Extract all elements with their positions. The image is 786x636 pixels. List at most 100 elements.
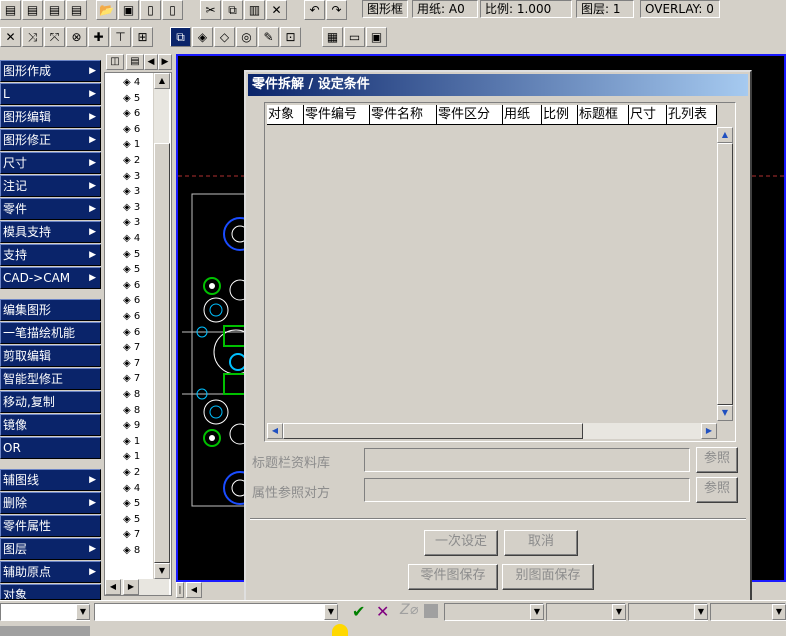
tree-item[interactable]: ◈ 5 xyxy=(123,514,140,526)
command-input[interactable] xyxy=(94,603,338,621)
menu-item[interactable]: 零件属性 xyxy=(0,515,101,537)
column-header[interactable]: 零件名称 xyxy=(370,105,437,125)
menu-item[interactable]: 图形修正 ▶ xyxy=(0,129,101,151)
tree-item[interactable]: ◈ 5 xyxy=(123,498,140,510)
conditions-grid[interactable]: 对象 零件编号 零件名称 零件区分 用纸 比例 标题框 尺寸 孔列表 ▲ ▼ ◀… xyxy=(264,102,736,442)
tree-item[interactable]: ◈ 4 xyxy=(123,483,140,495)
menu-item[interactable]: 移动,复制 xyxy=(0,391,101,413)
scroll-stop-icon[interactable]: | xyxy=(176,582,184,598)
select-icon[interactable]: ◇ xyxy=(214,27,235,47)
menu-item[interactable]: 智能型修正 xyxy=(0,368,101,390)
chevron-down-icon[interactable]: ▼ xyxy=(76,604,90,620)
copy-icon[interactable]: ⧉ xyxy=(222,0,243,20)
cut-icon[interactable]: ✂ xyxy=(200,0,221,20)
menu-item[interactable]: 图形作成 ▶ xyxy=(0,60,101,82)
column-header[interactable]: 孔列表 xyxy=(667,105,717,125)
ref-button-title-db[interactable]: 参照 xyxy=(696,447,738,473)
select-icon[interactable]: ◈ xyxy=(192,27,213,47)
column-header[interactable]: 尺寸 xyxy=(629,105,667,125)
accept-check-icon[interactable]: ✔ xyxy=(352,602,365,621)
scroll-thumb[interactable] xyxy=(717,143,733,405)
tree-item[interactable]: ◈ 4 xyxy=(123,233,140,245)
scroll-down-icon[interactable]: ▼ xyxy=(717,405,733,421)
menu-item[interactable]: 辅助原点 ▶ xyxy=(0,561,101,583)
column-header[interactable]: 标题框 xyxy=(578,105,629,125)
scroll-left-icon[interactable]: ◀ xyxy=(186,582,202,598)
menu-item[interactable]: 一笔描绘机能 xyxy=(0,322,101,344)
tree-item[interactable]: ◈ 1 xyxy=(123,139,140,151)
tree-item[interactable]: ◈ 4 xyxy=(123,77,140,89)
window-icon[interactable]: ▣ xyxy=(366,27,387,47)
tree-item[interactable]: ◈ 6 xyxy=(123,295,140,307)
menu-item[interactable]: 镜像 xyxy=(0,414,101,436)
ref-button-attr[interactable]: 参照 xyxy=(696,477,738,503)
grid-hscrollbar[interactable]: ◀ ▶ xyxy=(267,423,717,439)
canvas-hscroll[interactable]: | ◀ xyxy=(176,582,226,598)
menu-item[interactable]: 辅图线 ▶ xyxy=(0,469,101,491)
x-arrow-icon[interactable]: ⤨ xyxy=(22,27,43,47)
zoom-icon[interactable]: ◎ xyxy=(236,27,257,47)
x-arrow-icon[interactable]: ⤧ xyxy=(44,27,65,47)
column-header[interactable]: 用纸 xyxy=(503,105,542,125)
redo-icon[interactable]: ↷ xyxy=(326,0,347,20)
menu-item[interactable]: 删除 ▶ xyxy=(0,492,101,514)
menu-item[interactable]: 零件 ▶ xyxy=(0,198,101,220)
layers-icon[interactable]: ◫ xyxy=(106,54,124,70)
menu-item[interactable]: 支持 ▶ xyxy=(0,244,101,266)
chevron-down-icon[interactable]: ▼ xyxy=(694,604,708,620)
scroll-right-icon[interactable]: ▶ xyxy=(701,423,717,439)
tree-item[interactable]: ◈ 6 xyxy=(123,327,140,339)
diameter-icon[interactable]: Z⌀ xyxy=(400,602,418,618)
grid-vscrollbar[interactable]: ▲ ▼ xyxy=(717,127,733,421)
menu-item[interactable]: 图层 ▶ xyxy=(0,538,101,560)
cancel-x-icon[interactable]: ✕ xyxy=(376,602,389,621)
tree-item[interactable]: ◈ 3 xyxy=(123,171,140,183)
set-once-button[interactable]: 一次设定 xyxy=(424,530,498,556)
param-combo-1[interactable] xyxy=(444,603,544,621)
doc-icon[interactable]: ▤ xyxy=(44,0,65,20)
scroll-thumb[interactable] xyxy=(283,423,583,439)
column-header[interactable]: 比例 xyxy=(542,105,578,125)
tree-item[interactable]: ◈ 3 xyxy=(123,202,140,214)
chevron-down-icon[interactable]: ▼ xyxy=(612,604,626,620)
circle-x-icon[interactable]: ⊗ xyxy=(66,27,87,47)
tree-item[interactable]: ◈ 2 xyxy=(123,467,140,479)
doc-icon[interactable]: ▯ xyxy=(162,0,183,20)
menu-item[interactable]: 对象 xyxy=(0,584,101,600)
doc-icon[interactable]: ▤ xyxy=(0,0,21,20)
menu-item[interactable]: L ▶ xyxy=(0,83,101,105)
chevron-down-icon[interactable]: ▼ xyxy=(772,604,786,620)
column-header[interactable]: 零件区分 xyxy=(437,105,503,125)
doc-icon[interactable]: ▤ xyxy=(22,0,43,20)
doc-icon[interactable]: ▤ xyxy=(66,0,87,20)
tree-item[interactable]: ◈ 6 xyxy=(123,124,140,136)
tree-item[interactable]: ◈ 7 xyxy=(123,529,140,541)
tree-item[interactable]: ◈ 3 xyxy=(123,217,140,229)
x-icon[interactable]: ✕ xyxy=(0,27,21,47)
cancel-button[interactable]: 取消 xyxy=(504,530,578,556)
menu-item[interactable]: 注记 ▶ xyxy=(0,175,101,197)
title-db-field[interactable] xyxy=(364,448,690,472)
tree-item[interactable]: ◈ 9 xyxy=(123,420,140,432)
scroll-left-icon[interactable]: ◀ xyxy=(105,579,121,595)
select-icon[interactable]: ⊡ xyxy=(280,27,301,47)
save-icon[interactable]: ▣ xyxy=(118,0,139,20)
grid-icon[interactable]: ⊞ xyxy=(132,27,153,47)
tree-item[interactable]: ◈ 7 xyxy=(123,373,140,385)
tree-item[interactable]: ◈ 5 xyxy=(123,93,140,105)
attr-ref-field[interactable] xyxy=(364,478,690,502)
doc-icon[interactable]: ▤ xyxy=(126,54,144,70)
chevron-down-icon[interactable]: ▼ xyxy=(530,604,544,620)
column-header[interactable]: 对象 xyxy=(267,105,304,125)
tree-item[interactable]: ◈ 5 xyxy=(123,249,140,261)
tree-item[interactable]: ◈ 8 xyxy=(123,545,140,557)
layer-icon[interactable]: ▦ xyxy=(322,27,343,47)
chevron-down-icon[interactable]: ▼ xyxy=(324,604,338,620)
tree-item[interactable]: ◈ 6 xyxy=(123,108,140,120)
scroll-thumb[interactable] xyxy=(154,143,170,563)
scroll-right-icon[interactable]: ▶ xyxy=(123,579,139,595)
tree-item[interactable]: ◈ 1 xyxy=(123,436,140,448)
window-icon[interactable]: ▭ xyxy=(344,27,365,47)
select-icon[interactable]: ⧉ xyxy=(170,27,191,47)
tree-item[interactable]: ◈ 5 xyxy=(123,264,140,276)
